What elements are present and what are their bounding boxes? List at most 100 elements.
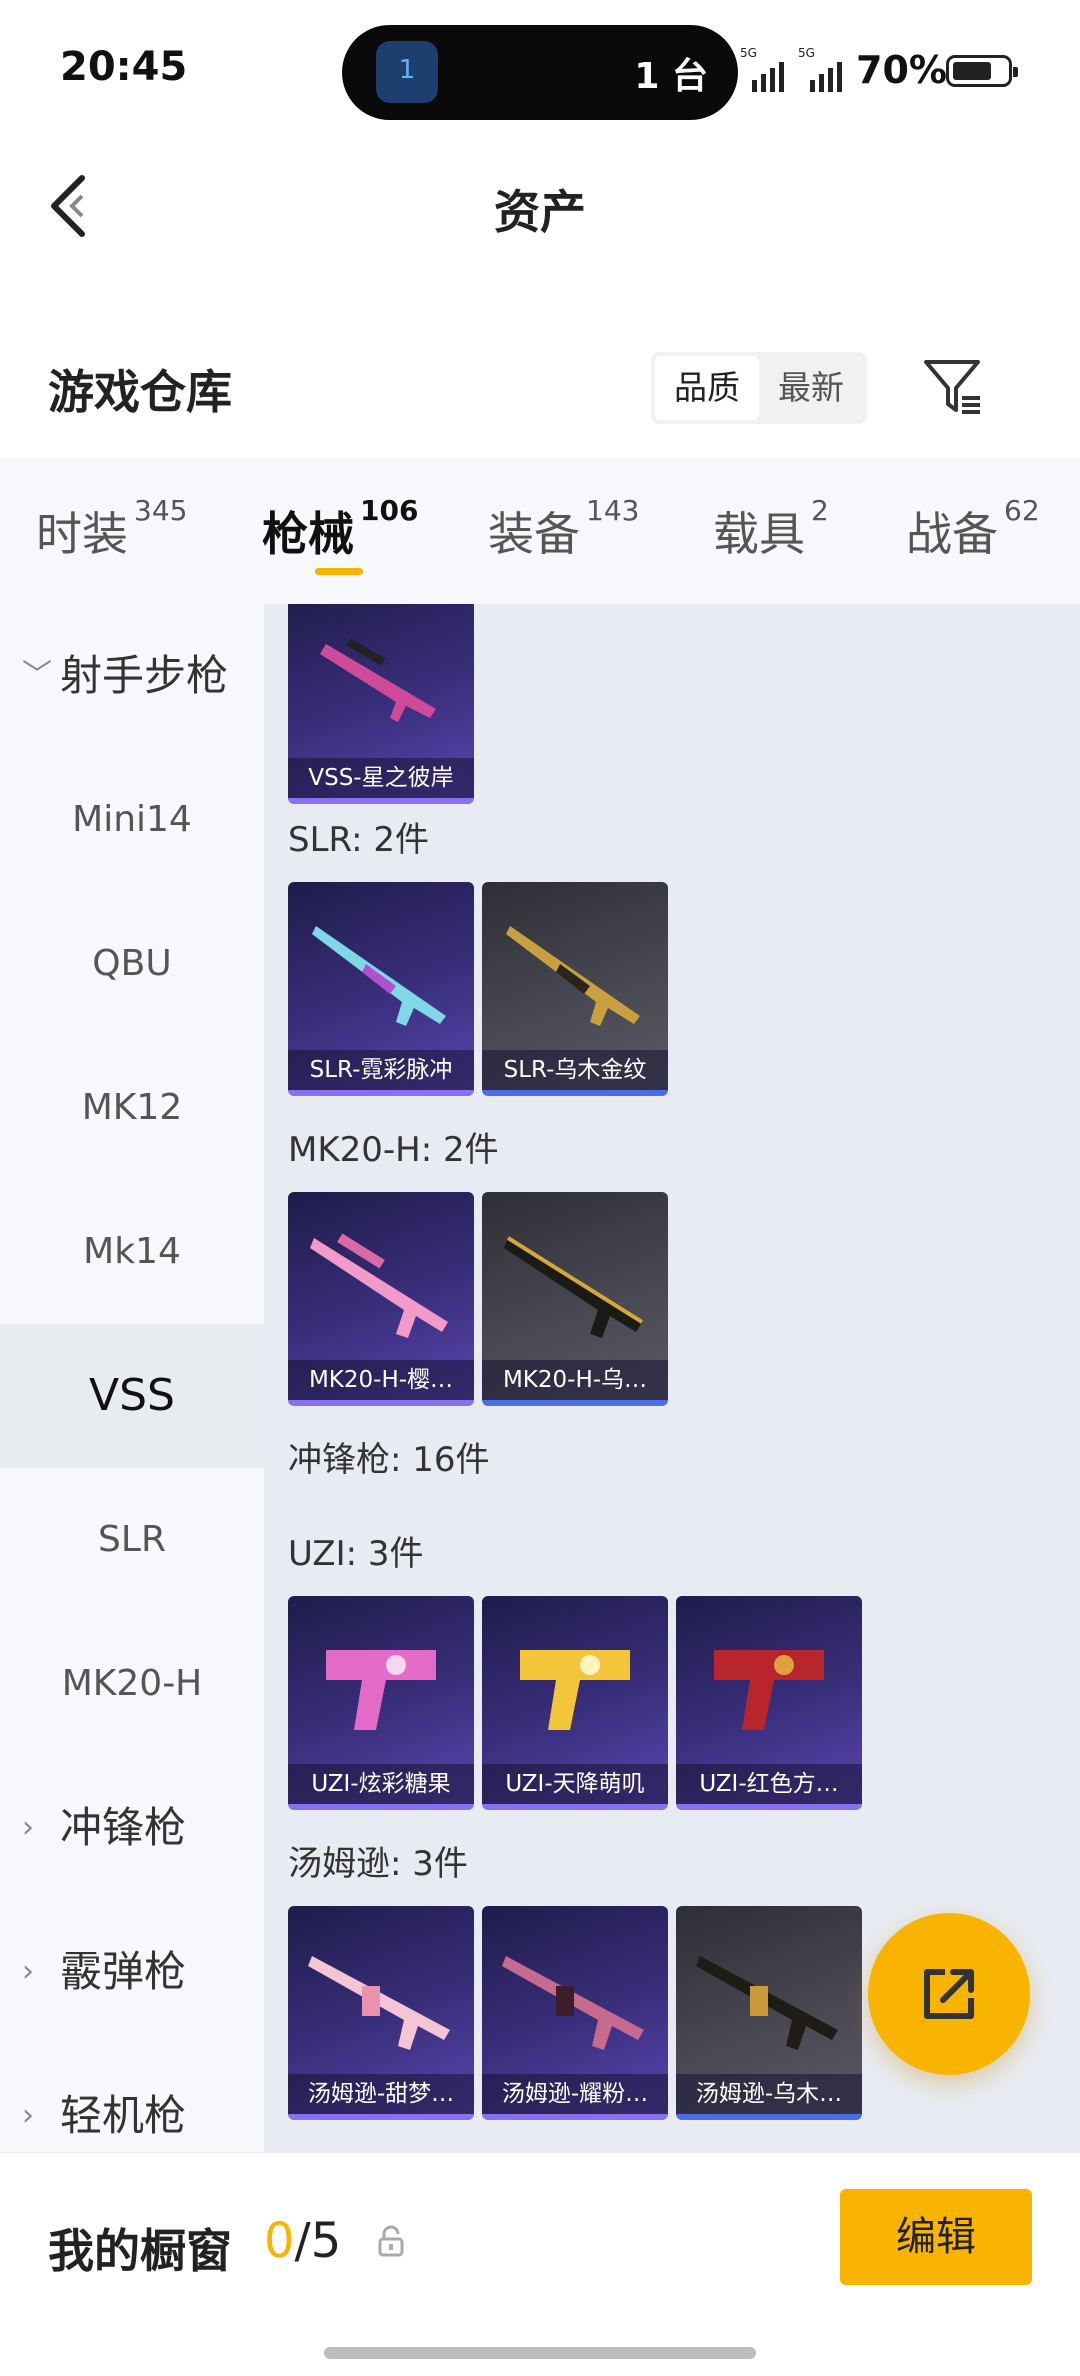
battery-fill xyxy=(953,62,991,80)
rifle-icon xyxy=(506,926,640,1026)
tommy-gun-icon xyxy=(308,1956,450,2050)
sidebar-group-shotgun[interactable]: › 霰弹枪 xyxy=(0,1900,264,2044)
weapon-name: UZI-天降萌叽 xyxy=(482,1764,668,1804)
sort-by-newest-button[interactable]: 最新 xyxy=(759,356,863,420)
signal-icon: 5G xyxy=(740,46,784,92)
weapon-card[interactable]: SLR-乌木金纹 xyxy=(482,882,668,1096)
sidebar-group-smg[interactable]: › 冲锋枪 xyxy=(0,1756,264,1900)
tommy-gun-icon xyxy=(696,1956,838,2050)
rifle-icon xyxy=(310,1233,448,1338)
weapon-sidebar: ﹀ 射手步枪 Mini14 QBU MK12 Mk14 VSS SLR MK20-… xyxy=(0,604,264,2152)
sidebar-item-mk20h[interactable]: MK20-H xyxy=(0,1612,264,1756)
sidebar-item-label: MK12 xyxy=(81,1087,183,1128)
warehouse-row: 游戏仓库 品质 最新 xyxy=(0,330,1080,450)
smg-icon xyxy=(326,1650,436,1730)
tab-fashion[interactable]: 时装 345 xyxy=(36,494,187,564)
section-title: 汤姆逊: 3件 xyxy=(288,1844,468,1884)
weapon-card[interactable]: 汤姆逊-甜梦… xyxy=(288,1906,474,2120)
section-title: SLR: 2件 xyxy=(288,820,429,860)
warehouse-title: 游戏仓库 xyxy=(48,365,232,419)
sidebar-group-marksman-rifles[interactable]: ﹀ 射手步枪 xyxy=(0,604,264,748)
weapon-name: VSS-星之彼岸 xyxy=(288,758,474,798)
smg-icon xyxy=(520,1650,630,1730)
smg-icon xyxy=(714,1650,824,1730)
weapon-card[interactable]: VSS-星之彼岸 xyxy=(288,604,474,804)
sidebar-item-mk14[interactable]: Mk14 xyxy=(0,1180,264,1324)
tab-count: 345 xyxy=(134,494,188,527)
weapon-card[interactable]: SLR-霓彩脉冲 xyxy=(288,882,474,1096)
weapon-card[interactable]: MK20-H-乌… xyxy=(482,1192,668,1406)
sidebar-item-label: Mini14 xyxy=(72,799,192,840)
section-title: UZI: 3件 xyxy=(288,1534,424,1574)
sidebar-item-label: 射手步枪 xyxy=(60,651,229,700)
filter-icon[interactable] xyxy=(920,354,984,418)
status-time: 20:45 xyxy=(60,44,188,90)
sidebar-item-slr[interactable]: SLR xyxy=(0,1468,264,1612)
chevron-down-icon: ﹀ xyxy=(22,658,52,693)
sniper-rifle-icon xyxy=(320,638,436,722)
tab-count: 62 xyxy=(1004,494,1040,527)
sidebar-item-label: 冲锋枪 xyxy=(60,1803,187,1852)
tab-guns[interactable]: 枪械 106 xyxy=(262,494,418,564)
network-label: 5G xyxy=(798,46,815,60)
sort-toggle: 品质 最新 xyxy=(651,352,867,424)
lock-icon xyxy=(378,2225,404,2257)
sort-by-quality-button[interactable]: 品质 xyxy=(655,356,759,420)
network-label: 5G xyxy=(740,46,757,60)
hotspot-icon: 1 xyxy=(376,41,438,103)
bottom-bar: 我的橱窗 0/5 编辑 xyxy=(0,2152,1080,2376)
tab-label: 战备 xyxy=(906,507,998,561)
weapon-name: UZI-红色方… xyxy=(676,1764,862,1804)
tab-label: 枪械 xyxy=(262,507,354,561)
weapon-name: MK20-H-乌… xyxy=(482,1360,668,1400)
battery-percent: 70% xyxy=(856,48,947,92)
sidebar-item-label: QBU xyxy=(92,943,172,984)
edit-button[interactable]: 编辑 xyxy=(840,2189,1032,2285)
page-title: 资产 xyxy=(494,185,586,239)
weapon-card[interactable]: UZI-天降萌叽 xyxy=(482,1596,668,1810)
weapon-name: MK20-H-樱… xyxy=(288,1360,474,1400)
tab-supplies[interactable]: 战备 62 xyxy=(906,494,1040,564)
showcase-label: 我的橱窗 xyxy=(48,2224,232,2278)
rifle-icon xyxy=(312,926,446,1026)
sidebar-item-mk12[interactable]: MK12 xyxy=(0,1036,264,1180)
share-icon xyxy=(924,1969,974,2019)
active-tab-indicator xyxy=(315,568,363,575)
weapon-card[interactable]: MK20-H-樱… xyxy=(288,1192,474,1406)
sidebar-item-vss[interactable]: VSS xyxy=(0,1324,264,1468)
weapon-card[interactable]: UZI-红色方… xyxy=(676,1596,862,1810)
sidebar-item-mini14[interactable]: Mini14 xyxy=(0,748,264,892)
tab-label: 装备 xyxy=(488,507,580,561)
tab-count: 143 xyxy=(586,494,640,527)
weapon-name: SLR-乌木金纹 xyxy=(482,1050,668,1090)
weapon-card[interactable]: 汤姆逊-耀粉… xyxy=(482,1906,668,2120)
island-text: 1 台 xyxy=(634,56,708,97)
sidebar-item-label: SLR xyxy=(98,1519,166,1560)
status-bar: 20:45 1 1 台 5G 5G 70% xyxy=(0,0,1080,130)
page-header: 资产 xyxy=(0,130,1080,280)
tab-count: 2 xyxy=(811,494,829,527)
rifle-icon xyxy=(504,1236,644,1338)
signal-icon: 5G xyxy=(798,46,842,92)
weapon-card[interactable]: 汤姆逊-乌木… xyxy=(676,1906,862,2120)
weapon-name: 汤姆逊-甜梦… xyxy=(288,2074,474,2114)
sidebar-item-label: MK20-H xyxy=(61,1663,203,1704)
tab-vehicles[interactable]: 载具 2 xyxy=(713,494,829,564)
weapon-name: SLR-霓彩脉冲 xyxy=(288,1050,474,1090)
sidebar-item-label: 霰弹枪 xyxy=(60,1947,187,1996)
weapon-name: 汤姆逊-乌木… xyxy=(676,2074,862,2114)
weapon-card[interactable]: UZI-炫彩糖果 xyxy=(288,1596,474,1810)
share-button[interactable] xyxy=(868,1913,1030,2075)
section-title: 冲锋枪: 16件 xyxy=(288,1440,490,1480)
island-badge: 1 xyxy=(398,55,416,85)
tab-label: 时装 xyxy=(36,507,128,561)
sidebar-item-label: VSS xyxy=(89,1370,175,1421)
tab-equipment[interactable]: 装备 143 xyxy=(488,494,639,564)
dynamic-island[interactable]: 1 1 台 xyxy=(342,25,738,120)
chevron-right-icon: › xyxy=(22,1810,34,1845)
sidebar-item-qbu[interactable]: QBU xyxy=(0,892,264,1036)
battery-icon xyxy=(946,55,1018,87)
showcase-count: 0/5 xyxy=(264,2213,341,2269)
tab-label: 载具 xyxy=(713,507,805,561)
home-indicator[interactable] xyxy=(324,2347,756,2359)
